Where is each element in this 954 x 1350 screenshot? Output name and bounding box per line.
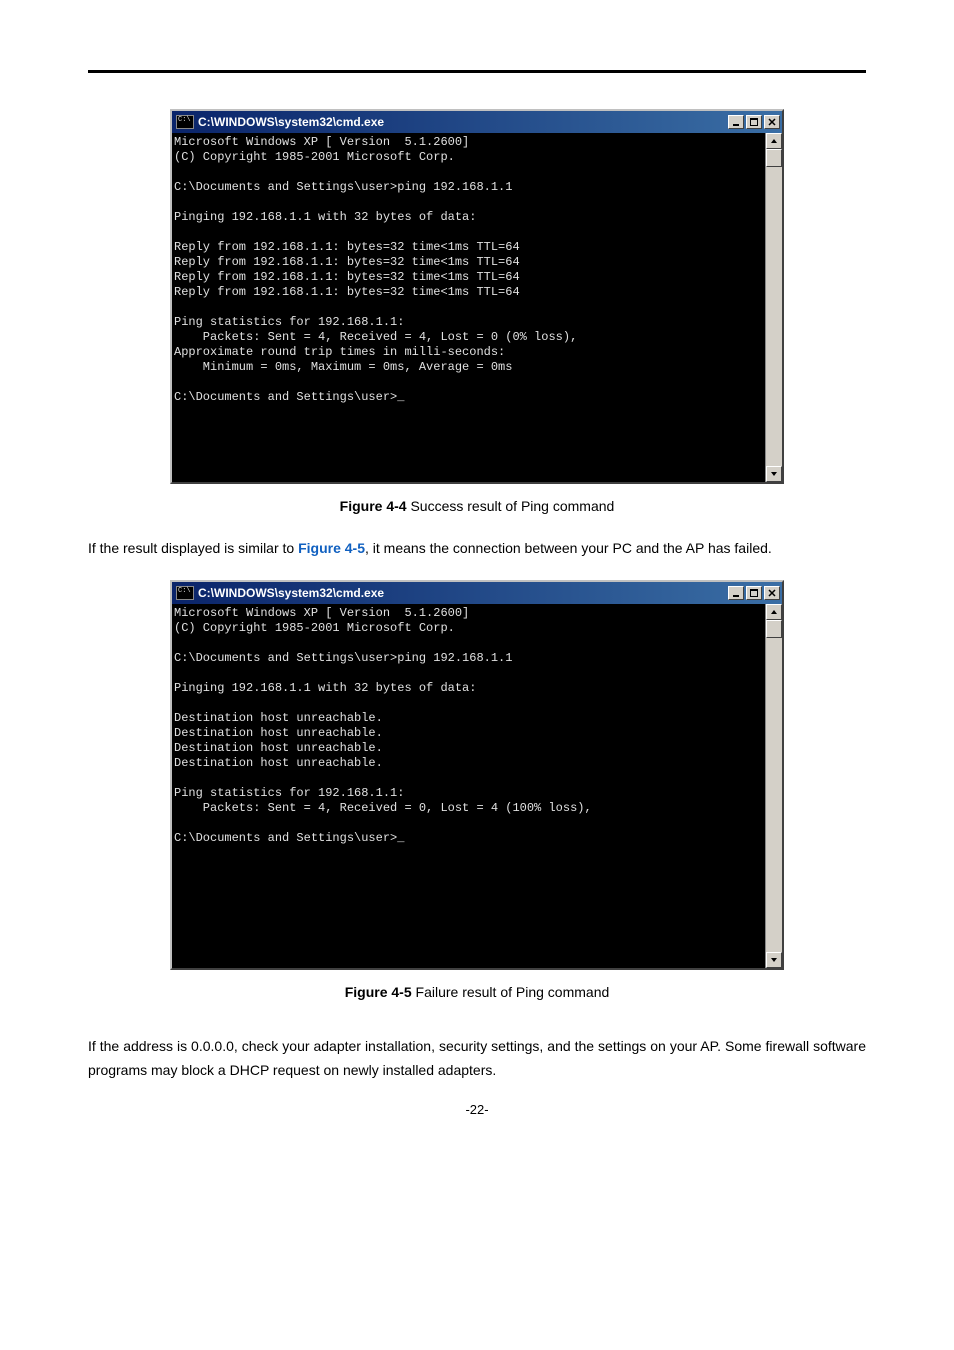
- header-rule: [88, 70, 866, 73]
- terminal-text: Microsoft Windows XP [ Version 5.1.2600]…: [174, 606, 763, 966]
- scroll-up-button[interactable]: [766, 604, 782, 620]
- para-text: , it means the connection between your P…: [365, 540, 772, 556]
- cmd-window-failure: C:\ C:\WINDOWS\system32\cmd.exe Microsof…: [170, 580, 784, 970]
- paragraph-address-zero: If the address is 0.0.0.0, check your ad…: [88, 1034, 866, 1082]
- para-text: If the result displayed is similar to: [88, 540, 298, 556]
- cmd-window-success: C:\ C:\WINDOWS\system32\cmd.exe Microsof…: [170, 109, 784, 484]
- terminal-text: Microsoft Windows XP [ Version 5.1.2600]…: [174, 135, 763, 480]
- terminal-output: Microsoft Windows XP [ Version 5.1.2600]…: [172, 133, 765, 482]
- figure-text: Failure result of Ping command: [412, 984, 610, 1000]
- close-button[interactable]: [764, 586, 780, 600]
- figure-reference-link[interactable]: Figure 4-5: [298, 540, 365, 556]
- terminal-output: Microsoft Windows XP [ Version 5.1.2600]…: [172, 604, 765, 968]
- cmd-icon: C:\: [176, 115, 194, 129]
- figure-caption-4-4: Figure 4-4 Success result of Ping comman…: [88, 498, 866, 514]
- window-title: C:\WINDOWS\system32\cmd.exe: [198, 115, 384, 129]
- close-button[interactable]: [764, 115, 780, 129]
- minimize-button[interactable]: [728, 115, 744, 129]
- page-number: -22-: [88, 1102, 866, 1117]
- cmd-icon: C:\: [176, 586, 194, 600]
- scroll-thumb[interactable]: [766, 620, 782, 638]
- figure-text: Success result of Ping command: [407, 498, 615, 514]
- scroll-down-button[interactable]: [766, 952, 782, 968]
- scrollbar[interactable]: [765, 133, 782, 482]
- figure-label: Figure 4-4: [340, 498, 407, 514]
- figure-caption-4-5: Figure 4-5 Failure result of Ping comman…: [88, 984, 866, 1000]
- maximize-button[interactable]: [746, 115, 762, 129]
- paragraph-similar-result: If the result displayed is similar to Fi…: [88, 536, 866, 560]
- titlebar[interactable]: C:\ C:\WINDOWS\system32\cmd.exe: [172, 111, 782, 133]
- figure-label: Figure 4-5: [345, 984, 412, 1000]
- titlebar[interactable]: C:\ C:\WINDOWS\system32\cmd.exe: [172, 582, 782, 604]
- scroll-thumb[interactable]: [766, 149, 782, 167]
- minimize-button[interactable]: [728, 586, 744, 600]
- scroll-down-button[interactable]: [766, 466, 782, 482]
- scroll-up-button[interactable]: [766, 133, 782, 149]
- scrollbar[interactable]: [765, 604, 782, 968]
- maximize-button[interactable]: [746, 586, 762, 600]
- window-title: C:\WINDOWS\system32\cmd.exe: [198, 586, 384, 600]
